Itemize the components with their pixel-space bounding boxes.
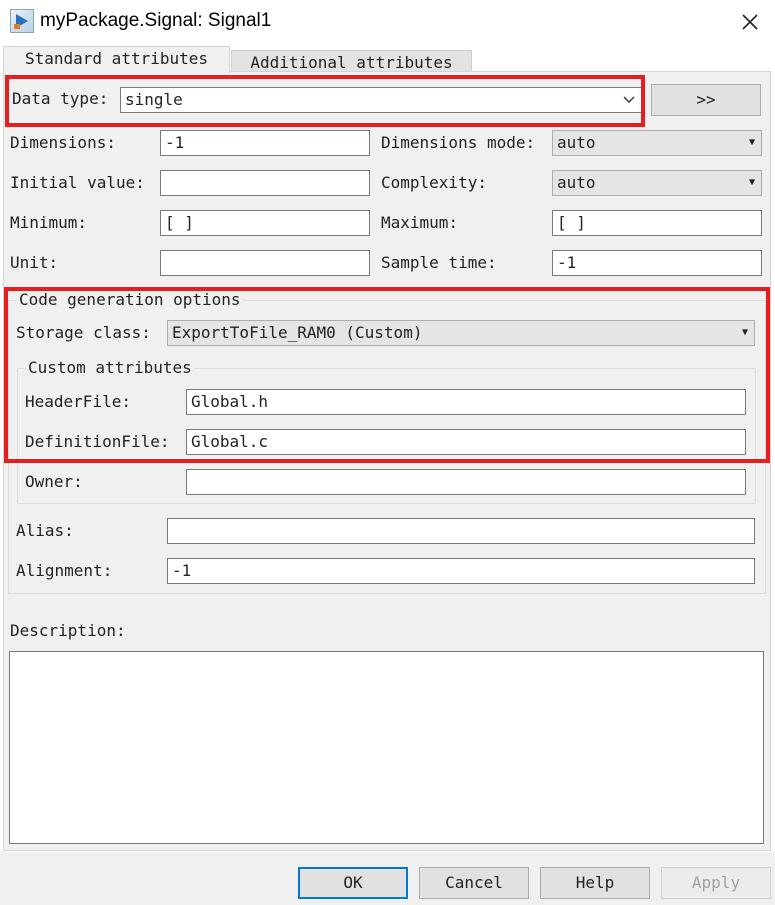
complexity-label: Complexity: [381,173,487,192]
dimensions-mode-label: Dimensions mode: [381,133,536,152]
storage-class-value: ExportToFile_RAM0 (Custom) [172,323,423,342]
description-label: Description: [10,621,126,640]
custom-attributes-title: Custom attributes [26,358,194,377]
tab-additional-attributes[interactable]: Additional attributes [231,50,472,73]
code-generation-title: Code generation options [17,290,243,309]
header-file-label: HeaderFile: [25,392,131,411]
minimum-label: Minimum: [10,213,88,232]
dimensions-input[interactable]: -1 [160,130,370,156]
apply-button[interactable]: Apply [661,867,771,899]
caret-down-icon: ▼ [748,137,755,148]
sample-time-label: Sample time: [381,253,497,272]
dimensions-label: Dimensions: [10,133,116,152]
dimensions-mode-select[interactable]: auto ▼ [552,130,762,156]
maximum-input[interactable]: [ ] [552,210,762,236]
simulink-app-icon [10,9,34,33]
header-file-input[interactable]: Global.h [186,389,746,415]
data-type-assistant-button[interactable]: >> [651,84,761,116]
caret-down-icon: ▼ [741,327,748,338]
storage-class-label: Storage class: [16,323,151,342]
definition-file-label: DefinitionFile: [25,432,170,451]
data-type-select[interactable]: single [120,87,642,113]
ok-button[interactable]: OK [298,867,408,899]
maximum-label: Maximum: [381,213,459,232]
sample-time-input[interactable]: -1 [552,250,762,276]
chevron-down-icon [623,88,635,122]
minimum-input[interactable]: [ ] [160,210,370,236]
storage-class-select[interactable]: ExportToFile_RAM0 (Custom) ▼ [167,320,755,346]
unit-label: Unit: [10,253,59,272]
alias-label: Alias: [16,521,74,540]
complexity-select[interactable]: auto ▼ [552,170,762,196]
close-icon[interactable] [735,8,765,36]
alignment-input[interactable]: -1 [167,558,755,584]
alias-input[interactable] [167,518,755,544]
initial-value-label: Initial value: [10,173,145,192]
help-button[interactable]: Help [540,867,650,899]
alignment-label: Alignment: [16,561,113,580]
complexity-value: auto [557,173,596,192]
definition-file-input[interactable]: Global.c [186,429,746,455]
window-title: myPackage.Signal: Signal1 [40,10,272,31]
caret-down-icon: ▼ [748,177,755,188]
initial-value-input[interactable] [160,170,370,196]
data-type-label: Data type: [12,89,109,108]
owner-input[interactable] [186,469,746,495]
description-textarea[interactable] [9,651,764,844]
tab-standard-attributes[interactable]: Standard attributes [3,46,230,73]
cancel-button[interactable]: Cancel [419,867,529,899]
title-bar: myPackage.Signal: Signal1 [0,0,775,44]
data-type-value: single [125,90,183,109]
dimensions-mode-value: auto [557,133,596,152]
owner-label: Owner: [25,472,83,491]
unit-input[interactable] [160,250,370,276]
